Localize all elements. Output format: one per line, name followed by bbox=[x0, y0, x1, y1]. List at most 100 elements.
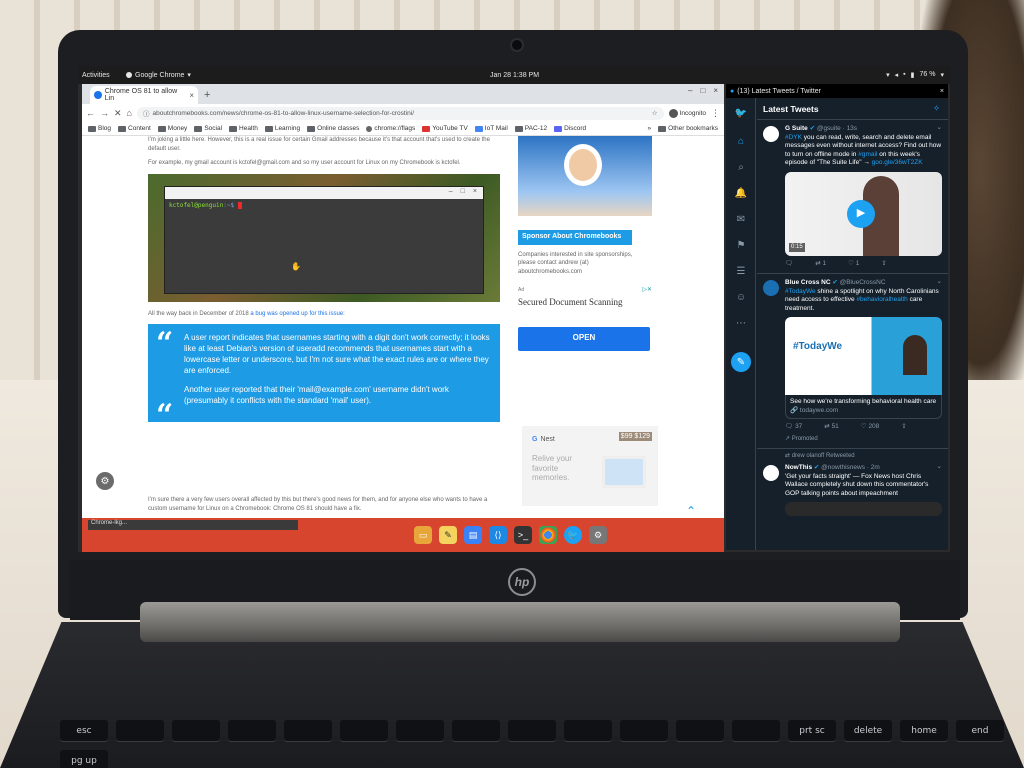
reply-button[interactable]: 🗨 37 bbox=[785, 423, 802, 432]
site-info-icon[interactable]: ⓘ bbox=[143, 108, 150, 118]
compose-tweet-button[interactable]: ✎ bbox=[731, 352, 751, 372]
bookmark-item[interactable]: Learning bbox=[264, 125, 300, 132]
retweet-button[interactable]: ⇄ 51 bbox=[824, 423, 839, 432]
home-icon[interactable]: ⌂ bbox=[127, 108, 132, 118]
home-icon[interactable]: ⌂ bbox=[734, 134, 748, 148]
forward-icon[interactable]: → bbox=[100, 108, 109, 118]
like-button[interactable]: ♡ 208 bbox=[861, 423, 880, 432]
bookmarks-icon[interactable]: ⚑ bbox=[734, 238, 748, 252]
close-tab-icon[interactable]: × bbox=[189, 91, 194, 100]
tweet-video[interactable]: ▶ 0:15 bbox=[785, 171, 942, 256]
tweet[interactable]: ⌄ Blue Cross NC ✔ @BlueCrossNC #TodayWe … bbox=[757, 274, 948, 449]
bookmarks-overflow-icon[interactable]: » bbox=[648, 125, 652, 132]
minimize-icon[interactable]: – bbox=[688, 86, 692, 95]
author-name[interactable]: G Suite bbox=[785, 125, 808, 132]
reply-icon[interactable]: 🗨 bbox=[785, 260, 793, 269]
bookmark-item[interactable]: Money bbox=[157, 125, 187, 132]
tweet[interactable]: ⌄ NowThis ✔ @nowthisnews · 2m 'Get your … bbox=[757, 459, 948, 521]
bookmark-item[interactable]: Discord bbox=[554, 125, 586, 132]
share-icon[interactable]: ⇪ bbox=[881, 260, 886, 269]
tweet-video[interactable] bbox=[785, 502, 942, 516]
more-options-icon[interactable]: ⋯ bbox=[734, 316, 748, 330]
ad-title[interactable]: Secured Document Scanning bbox=[518, 297, 654, 307]
profile-icon[interactable]: ☺ bbox=[734, 290, 748, 304]
ad-open-button[interactable]: OPEN bbox=[518, 326, 650, 351]
bookmark-item[interactable]: chrome://flags bbox=[366, 125, 415, 132]
sidebar-image[interactable] bbox=[518, 136, 652, 216]
vscode-icon[interactable]: ⟨⟩ bbox=[489, 526, 507, 544]
search-icon[interactable]: ⌕ bbox=[734, 160, 748, 174]
incognito-indicator[interactable]: Incognito bbox=[668, 108, 706, 118]
retweet-button[interactable]: ⇄ 1 bbox=[815, 260, 826, 269]
hashtag-link[interactable]: #DYK bbox=[785, 134, 802, 141]
bookmark-item[interactable]: Social bbox=[194, 125, 222, 132]
tweet[interactable]: ⌄ G Suite ✔ @gsuite · 13s #DYK you can r… bbox=[757, 120, 948, 274]
address-bar[interactable]: ⓘ aboutchromebooks.com/news/chrome-os-81… bbox=[136, 106, 664, 120]
bookmark-item[interactable]: IoT Mail bbox=[474, 125, 508, 132]
bug-link[interactable]: a bug was opened up for this issue bbox=[250, 311, 343, 317]
bookmark-label: Content bbox=[128, 125, 151, 132]
settings-app-icon[interactable]: ⚙ bbox=[589, 526, 607, 544]
ad-unit[interactable]: Ad Secured Document Scanning ▷✕ OPEN bbox=[518, 286, 654, 351]
system-clock[interactable]: Jan 28 1:38 PM bbox=[490, 72, 539, 79]
avatar[interactable] bbox=[763, 465, 779, 481]
notes-app-icon[interactable]: ✎ bbox=[439, 526, 457, 544]
tab-strip: Chrome OS 81 to allow Lin × + – □ × bbox=[82, 84, 724, 104]
card-caption[interactable]: See how we're transforming behavioral he… bbox=[785, 395, 942, 419]
browser-tab[interactable]: Chrome OS 81 to allow Lin × bbox=[90, 86, 198, 104]
back-icon[interactable]: ← bbox=[86, 108, 95, 118]
docs-app-icon[interactable]: ▤ bbox=[464, 526, 482, 544]
promo-card-image[interactable]: #TodayWe bbox=[785, 317, 942, 395]
new-tab-button[interactable]: + bbox=[204, 86, 210, 104]
share-icon[interactable]: ⇪ bbox=[901, 423, 906, 432]
twitter-app-icon[interactable]: 🐦 bbox=[564, 526, 582, 544]
nest-ad[interactable]: G Nest Relive your favorite memories. $99… bbox=[522, 426, 658, 506]
chrome-icon[interactable] bbox=[539, 526, 557, 544]
app-menu[interactable]: Google Chrome ▾ bbox=[126, 71, 191, 79]
close-window-icon[interactable]: × bbox=[940, 88, 944, 95]
notifications-bell-icon[interactable]: 🔔 bbox=[734, 186, 748, 200]
ad-choices-icon[interactable]: ▷✕ bbox=[642, 286, 652, 295]
bookmark-item[interactable]: Blog bbox=[88, 125, 111, 132]
chevron-down-icon[interactable]: ⌄ bbox=[937, 124, 942, 133]
like-button[interactable]: ♡ 1 bbox=[848, 260, 859, 269]
twitter-logo-icon[interactable]: 🐦 bbox=[734, 106, 748, 120]
shelf-status[interactable]: Chrome-lkg... bbox=[88, 520, 298, 530]
chevron-down-icon[interactable]: ⌄ bbox=[937, 463, 942, 472]
hashtag-link[interactable]: #gmail bbox=[858, 151, 877, 158]
author-name[interactable]: NowThis bbox=[785, 464, 812, 471]
chevron-down-icon[interactable]: ⌄ bbox=[937, 278, 942, 287]
more-menu-icon[interactable]: ⋮ bbox=[711, 108, 720, 119]
hashtag-link[interactable]: #behavioralhealth bbox=[856, 296, 907, 303]
stop-icon[interactable]: ✕ bbox=[114, 108, 122, 119]
activities-button[interactable]: Activities bbox=[82, 72, 110, 79]
tweet-author: Blue Cross NC ✔ @BlueCrossNC bbox=[785, 279, 942, 288]
files-app-icon[interactable]: ▭ bbox=[414, 526, 432, 544]
close-window-icon[interactable]: × bbox=[713, 86, 718, 95]
author-name[interactable]: Blue Cross NC bbox=[785, 279, 831, 286]
messages-icon[interactable]: ✉ bbox=[734, 212, 748, 226]
other-bookmarks[interactable]: Other bookmarks bbox=[658, 125, 718, 132]
bookmark-item[interactable]: Online classes bbox=[307, 125, 359, 132]
lists-icon[interactable]: ☰ bbox=[734, 264, 748, 278]
hashtag-link[interactable]: #TodayWe bbox=[785, 288, 816, 295]
maximize-icon[interactable]: □ bbox=[700, 86, 705, 95]
terminal-app-icon[interactable]: >_ bbox=[514, 526, 532, 544]
verified-icon: ✔ bbox=[813, 464, 820, 471]
system-tray[interactable]: ▾ ◂ ▪ ▮ 76 % ▾ bbox=[886, 71, 944, 79]
bookmark-item[interactable]: PAC-12 bbox=[514, 125, 547, 132]
discord-icon bbox=[554, 125, 563, 132]
avatar[interactable] bbox=[763, 280, 779, 296]
bookmark-item[interactable]: YouTube TV bbox=[422, 125, 468, 132]
scroll-to-top-icon[interactable]: ⌃ bbox=[686, 504, 696, 518]
play-icon[interactable]: ▶ bbox=[847, 199, 875, 228]
bookmark-item[interactable]: Content bbox=[118, 125, 151, 132]
bookmark-label: YouTube TV bbox=[432, 125, 468, 132]
settings-gear-icon[interactable]: ⚙ bbox=[96, 472, 114, 490]
bookmark-star-icon[interactable]: ☆ bbox=[652, 109, 658, 117]
avatar[interactable] bbox=[763, 126, 779, 142]
tweet-link[interactable]: goo.gle/36wT2ZK bbox=[872, 159, 923, 166]
bookmark-item[interactable]: Health bbox=[229, 125, 258, 132]
sparkle-icon[interactable]: ✧ bbox=[933, 103, 940, 114]
google-icon: G bbox=[532, 436, 538, 443]
